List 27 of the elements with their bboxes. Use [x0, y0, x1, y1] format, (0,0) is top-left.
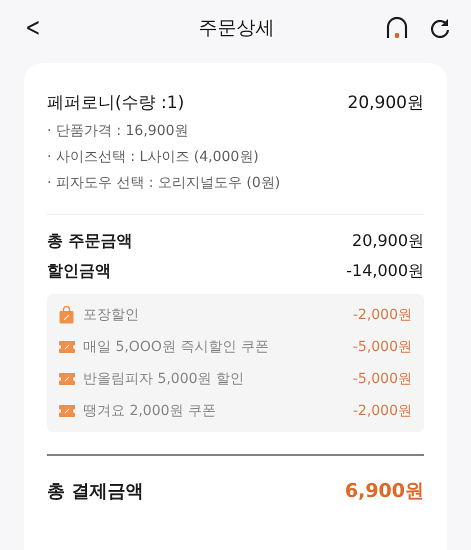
coupon-icon — [59, 341, 75, 353]
total-label: 총 주문금액 — [47, 231, 133, 252]
discount-label: 포장할인 — [83, 306, 140, 324]
item-price: 20,900원 — [348, 92, 424, 114]
total-amount: -14,000원 — [346, 261, 424, 282]
coupon-icon — [59, 405, 75, 417]
discount-amount: -5,000원 — [352, 370, 412, 388]
option-text: · 단품가격 : 16,900원 — [47, 122, 190, 140]
option-text: · 피자도우 선택 : 오리지널도우 (0원) — [47, 174, 282, 192]
discount-label: 땡겨요 2,000원 쿠폰 — [83, 402, 217, 420]
payment-label: 총 결제금액 — [47, 480, 144, 503]
discount-amount: -2,000원 — [352, 402, 412, 420]
discount-amount: -5,000원 — [352, 338, 412, 356]
discount-label: 반올림피자 5,000원 할인 — [83, 370, 245, 388]
back-button[interactable]: < — [22, 12, 44, 42]
option-text: · 사이즈선택 : L사이즈 (4,000원) — [47, 148, 260, 166]
item-name: 페퍼로니(수량 :1) — [47, 92, 184, 114]
coupon-icon — [59, 373, 75, 385]
home-icon[interactable] — [385, 16, 409, 40]
refresh-icon[interactable] — [429, 16, 451, 38]
page-title: 주문상세 — [197, 16, 276, 40]
total-amount: 20,900원 — [352, 231, 424, 252]
shopping-bag-icon — [59, 306, 74, 324]
payment-amount: 6,900원 — [344, 479, 424, 504]
total-label: 할인금액 — [47, 261, 111, 282]
discount-label: 매일 5,OOO원 즉시할인 쿠폰 — [83, 338, 270, 356]
discount-amount: -2,000원 — [352, 306, 412, 324]
